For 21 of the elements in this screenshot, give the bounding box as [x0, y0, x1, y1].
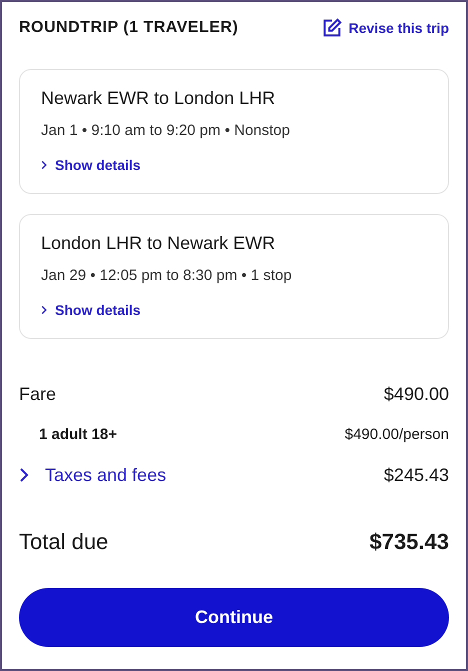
price-label: 1 adult 18+ — [39, 424, 117, 445]
flight-summary: Jan 29 • 12:05 pm to 8:30 pm • 1 stop — [41, 266, 293, 286]
total-label: Total due — [19, 528, 108, 556]
show-details-link[interactable]: Show details — [41, 154, 141, 176]
continue-button[interactable]: Continue — [19, 588, 449, 647]
revise-trip-link[interactable]: Revise this trip — [320, 17, 449, 39]
trip-title: ROUNDTRIP (1 TRAVELER) — [19, 18, 238, 38]
total-amount: $735.43 — [369, 528, 449, 556]
edit-icon — [320, 17, 343, 39]
flight-route: Newark EWR to London LHR — [41, 87, 276, 110]
chevron-right-icon — [41, 160, 47, 170]
price-label: Fare — [19, 382, 56, 406]
price-amount: $490.00 — [384, 382, 449, 406]
taxes-and-fees-toggle[interactable]: Taxes and fees — [19, 462, 166, 488]
flight-summary: Jan 1 • 9:10 am to 9:20 pm • Nonstop — [41, 121, 291, 141]
price-amount: $245.43 — [384, 464, 449, 486]
chevron-right-icon — [19, 466, 29, 484]
price-amount: $490.00/person — [344, 424, 449, 445]
show-details-link[interactable]: Show details — [41, 300, 141, 320]
chevron-right-icon — [41, 305, 47, 315]
flight-route: London LHR to Newark EWR — [41, 232, 276, 255]
